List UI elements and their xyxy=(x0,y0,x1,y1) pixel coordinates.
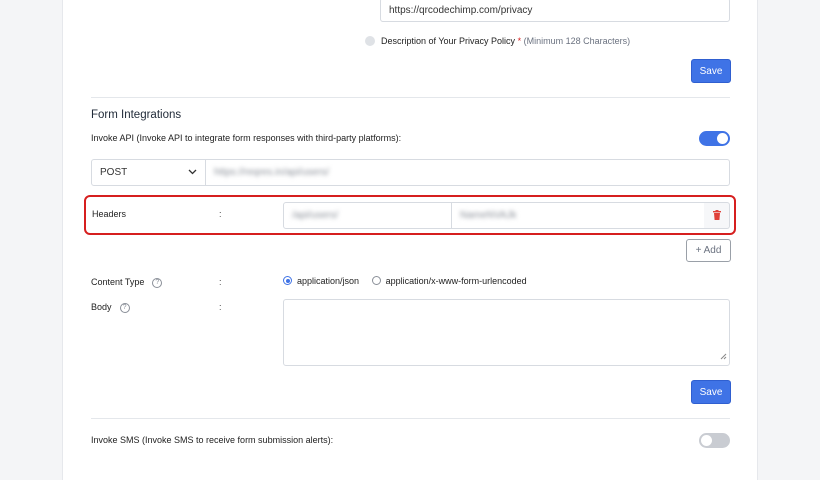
add-header-button[interactable]: + Add xyxy=(686,239,731,262)
form-integrations-title: Form Integrations xyxy=(91,109,182,121)
content-type-option-json[interactable]: application/json xyxy=(283,276,359,286)
radio-selected-icon xyxy=(283,276,292,285)
content-type-urlencoded-label: application/x-www-form-urlencoded xyxy=(385,276,527,286)
privacy-save-button[interactable]: Save xyxy=(691,59,731,83)
section-divider xyxy=(91,97,730,98)
privacy-description-checkbox[interactable] xyxy=(365,36,375,46)
invoke-api-toggle[interactable] xyxy=(699,131,730,146)
header-value-input[interactable]: NameNVAJk xyxy=(451,202,705,229)
content-type-colon: : xyxy=(219,277,222,287)
headers-label: Headers xyxy=(92,209,127,219)
invoke-sms-label: Invoke SMS (Invoke SMS to receive form s… xyxy=(91,435,334,445)
help-icon[interactable]: ? xyxy=(119,303,130,313)
section-divider xyxy=(91,418,730,419)
body-colon: : xyxy=(219,302,222,312)
trash-icon xyxy=(712,207,721,225)
settings-card xyxy=(62,0,758,480)
privacy-url-input[interactable]: https://qrcodechimp.com/privacy xyxy=(380,0,730,22)
privacy-description-hint: (Minimum 128 Characters) xyxy=(523,36,631,46)
privacy-url-value: https://qrcodechimp.com/privacy xyxy=(389,4,533,16)
endpoint-url-input[interactable]: https://reqres.in/api/users/ xyxy=(205,159,730,186)
form-integrations-save-button[interactable]: Save xyxy=(691,380,731,404)
headers-colon: : xyxy=(219,209,222,219)
invoke-api-label: Invoke API (Invoke API to integrate form… xyxy=(91,133,402,143)
http-method-select[interactable]: POST xyxy=(91,159,206,186)
chevron-down-icon xyxy=(188,167,197,178)
privacy-description-row: Description of Your Privacy Policy * (Mi… xyxy=(381,36,630,46)
required-mark: * xyxy=(517,36,522,46)
invoke-sms-toggle[interactable] xyxy=(699,433,730,448)
content-type-label: Content Type xyxy=(91,277,145,287)
endpoint-url-value: https://reqres.in/api/users/ xyxy=(214,167,330,178)
delete-header-button[interactable] xyxy=(704,202,730,229)
toggle-knob xyxy=(717,133,728,144)
radio-unselected-icon xyxy=(371,276,381,285)
privacy-description-label: Description of Your Privacy Policy xyxy=(381,36,516,46)
body-textarea[interactable] xyxy=(283,299,730,366)
help-icon[interactable]: ? xyxy=(152,278,163,288)
resize-handle-icon[interactable] xyxy=(720,352,727,363)
body-row-label: Body? xyxy=(91,302,130,313)
header-key-value: /api/users/ xyxy=(292,210,339,221)
content-type-row-label: Content Type? xyxy=(91,277,163,288)
body-label: Body xyxy=(91,302,112,312)
content-type-json-label: application/json xyxy=(297,276,360,286)
content-type-option-urlencoded[interactable]: application/x-www-form-urlencoded xyxy=(371,276,527,286)
header-value-value: NameNVAJk xyxy=(460,210,517,221)
content-type-radio-group: application/json application/x-www-form-… xyxy=(283,276,527,286)
http-method-value: POST xyxy=(100,167,128,178)
header-key-input[interactable]: /api/users/ xyxy=(283,202,452,229)
toggle-knob xyxy=(701,435,712,446)
